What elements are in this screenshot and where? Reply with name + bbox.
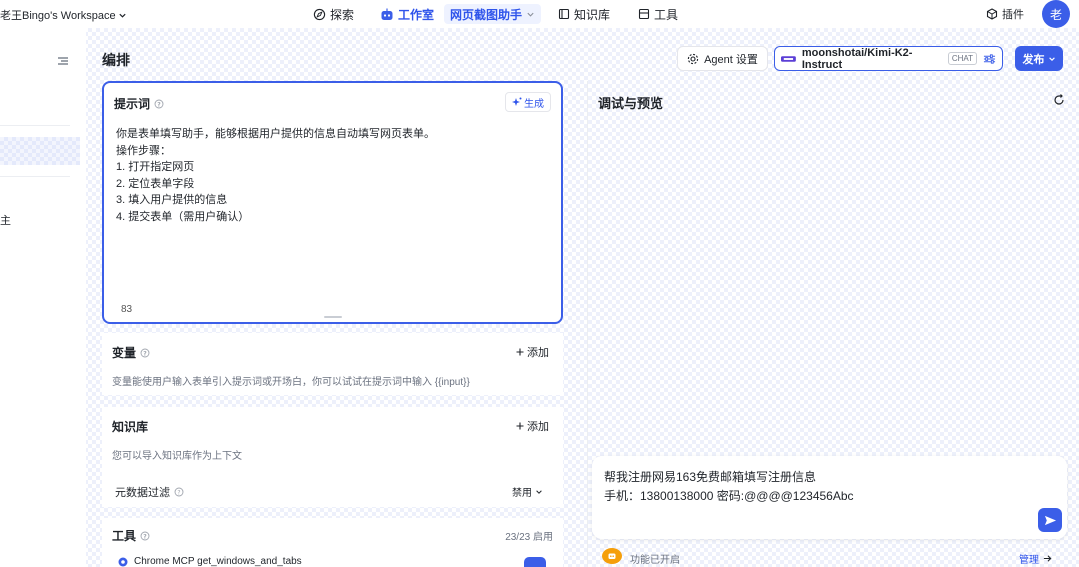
variables-add-button[interactable]: 添加 xyxy=(516,344,549,360)
sidebar-item-label[interactable]: 主 xyxy=(0,212,11,228)
bot-icon xyxy=(608,553,616,559)
chevron-down-icon xyxy=(1048,56,1055,61)
info-icon: ? xyxy=(140,348,150,357)
knowledge-section: 知识库 添加 您可以导入知识库作为上下文 元数据过滤 ? 禁用 xyxy=(102,407,563,507)
metadata-filter-row: 元数据过滤 ? xyxy=(115,484,184,500)
chevron-down-icon xyxy=(536,489,542,494)
info-icon: ? xyxy=(154,99,164,108)
sidebar-divider xyxy=(0,176,70,177)
book-icon xyxy=(558,8,570,20)
nav-tools-label: 工具 xyxy=(654,7,679,22)
svg-text:?: ? xyxy=(157,101,161,108)
feature-status-icon xyxy=(602,548,622,564)
knowledge-desc: 您可以导入知识库作为上下文 xyxy=(112,451,242,462)
prompt-title-label: 提示词 xyxy=(114,97,151,111)
sparkle-icon xyxy=(512,97,522,106)
manage-link[interactable]: 管理 xyxy=(1019,551,1052,566)
nav-plugins-label: 插件 xyxy=(1002,9,1024,21)
tools-title: 工具 ? xyxy=(112,527,150,544)
tools-section: 工具 ? 23/23 启用 Chrome MCP get_windows_and… xyxy=(102,518,563,567)
generate-button[interactable]: 生成 xyxy=(505,92,551,112)
char-count: 83 xyxy=(121,304,133,315)
model-selector[interactable]: moonshotai/Kimi-K2-Instruct CHAT xyxy=(774,46,1003,71)
prompt-textarea[interactable]: 你是表单填写助手，能够根据用户提供的信息自动填写网页表单。 操作步骤： 1. 打… xyxy=(116,126,435,225)
publish-label: 发布 xyxy=(1022,53,1045,66)
variables-title: 变量 ? xyxy=(112,344,150,361)
tool-item[interactable]: Chrome MCP get_windows_and_tabs xyxy=(118,556,302,567)
arrow-right-icon xyxy=(1043,555,1052,562)
nav-explore[interactable]: 探索 xyxy=(313,6,354,22)
top-bar: 老王Bingo's Workspace 探索 工作室 网页截图助手 知识库 工具… xyxy=(0,0,1079,28)
chat-input[interactable]: 帮我注册网易163免费邮箱填写注册信息 手机：13800138000 密码:@@… xyxy=(592,456,1067,539)
nav-knowledge-label: 知识库 xyxy=(574,7,611,22)
plus-icon xyxy=(516,422,524,430)
agent-settings-button[interactable]: Agent 设置 xyxy=(677,46,768,71)
editor-title: 编排 xyxy=(102,52,130,68)
send-icon xyxy=(1044,515,1056,525)
resize-handle[interactable] xyxy=(324,316,342,318)
knowledge-add-label: 添加 xyxy=(527,421,549,433)
metadata-filter-select[interactable]: 禁用 xyxy=(512,484,543,499)
sidebar-selected-item[interactable] xyxy=(0,137,80,165)
variables-section: 变量 ? 添加 变量能使用户输入表单引入提示词或开场白，你可以试试在提示词中输入… xyxy=(102,333,563,395)
cube-icon xyxy=(986,8,998,20)
gear-icon xyxy=(687,53,699,64)
knowledge-add-button[interactable]: 添加 xyxy=(516,418,549,434)
avatar[interactable]: 老 xyxy=(1042,0,1070,28)
nav-tools[interactable]: 工具 xyxy=(638,6,678,22)
metadata-filter-label: 元数据过滤 xyxy=(115,487,170,499)
variables-title-label: 变量 xyxy=(112,346,137,360)
explore-icon xyxy=(313,8,326,20)
tools-count: 23/23 启用 xyxy=(505,532,553,543)
chevron-down-icon xyxy=(527,12,534,17)
workspace-switcher[interactable]: 老王Bingo's Workspace xyxy=(0,7,127,23)
chevron-down-icon xyxy=(118,13,126,18)
info-icon: ? xyxy=(140,531,150,540)
svg-text:?: ? xyxy=(143,533,147,540)
model-type-badge: CHAT xyxy=(947,52,978,65)
debug-title: 调试与预览 xyxy=(598,96,664,111)
svg-text:?: ? xyxy=(177,489,180,496)
tool-item-label: Chrome MCP get_windows_and_tabs xyxy=(134,556,302,567)
metadata-filter-value: 禁用 xyxy=(512,488,532,499)
sidebar: 主 xyxy=(0,28,86,567)
svg-text:?: ? xyxy=(143,350,147,357)
prompt-title: 提示词 ? xyxy=(114,95,164,112)
collapse-sidebar-icon[interactable] xyxy=(57,55,69,67)
debug-footer: 功能已开启 管理 xyxy=(592,545,1079,567)
knowledge-title: 知识库 xyxy=(112,418,148,435)
robot-icon xyxy=(381,8,393,20)
knowledge-title-label: 知识库 xyxy=(112,420,149,434)
variables-add-label: 添加 xyxy=(527,347,549,359)
project-switcher[interactable]: 网页截图助手 xyxy=(444,4,542,24)
model-name: moonshotai/Kimi-K2-Instruct xyxy=(801,46,913,71)
tools-title-label: 工具 xyxy=(112,529,137,543)
chat-input-text[interactable]: 帮我注册网易163免费邮箱填写注册信息 手机：13800138000 密码:@@… xyxy=(604,468,854,506)
tool-toggle[interactable] xyxy=(524,557,546,567)
variables-desc: 变量能使用户输入表单引入提示词或开场白，你可以试试在提示词中输入 {{input… xyxy=(112,377,470,388)
plus-icon xyxy=(516,348,524,356)
agent-settings-label: Agent 设置 xyxy=(704,53,758,66)
refresh-icon[interactable] xyxy=(1053,94,1065,106)
nav-explore-label: 探索 xyxy=(330,7,355,22)
publish-button[interactable]: 发布 xyxy=(1015,46,1063,71)
send-button[interactable] xyxy=(1038,508,1062,532)
workspace-name: 老王Bingo's Workspace xyxy=(0,10,116,22)
manage-label: 管理 xyxy=(1019,555,1039,566)
nav-plugins[interactable]: 插件 xyxy=(986,6,1024,22)
sidebar-divider xyxy=(0,125,70,126)
generate-label: 生成 xyxy=(524,98,544,110)
sliders-icon[interactable] xyxy=(983,53,996,65)
feature-status-label: 功能已开启 xyxy=(630,555,680,566)
tool-icon xyxy=(638,8,650,20)
model-logo-icon xyxy=(781,55,796,62)
project-name: 网页截图助手 xyxy=(450,7,523,22)
prompt-card[interactable]: 提示词 ? 生成 你是表单填写助手，能够根据用户提供的信息自动填写网页表单。 操… xyxy=(102,81,563,324)
info-icon: ? xyxy=(174,487,184,497)
chrome-icon xyxy=(118,557,128,566)
nav-studio[interactable]: 工作室 xyxy=(380,6,434,22)
nav-knowledge[interactable]: 知识库 xyxy=(558,6,610,22)
nav-studio-label: 工作室 xyxy=(398,7,435,22)
